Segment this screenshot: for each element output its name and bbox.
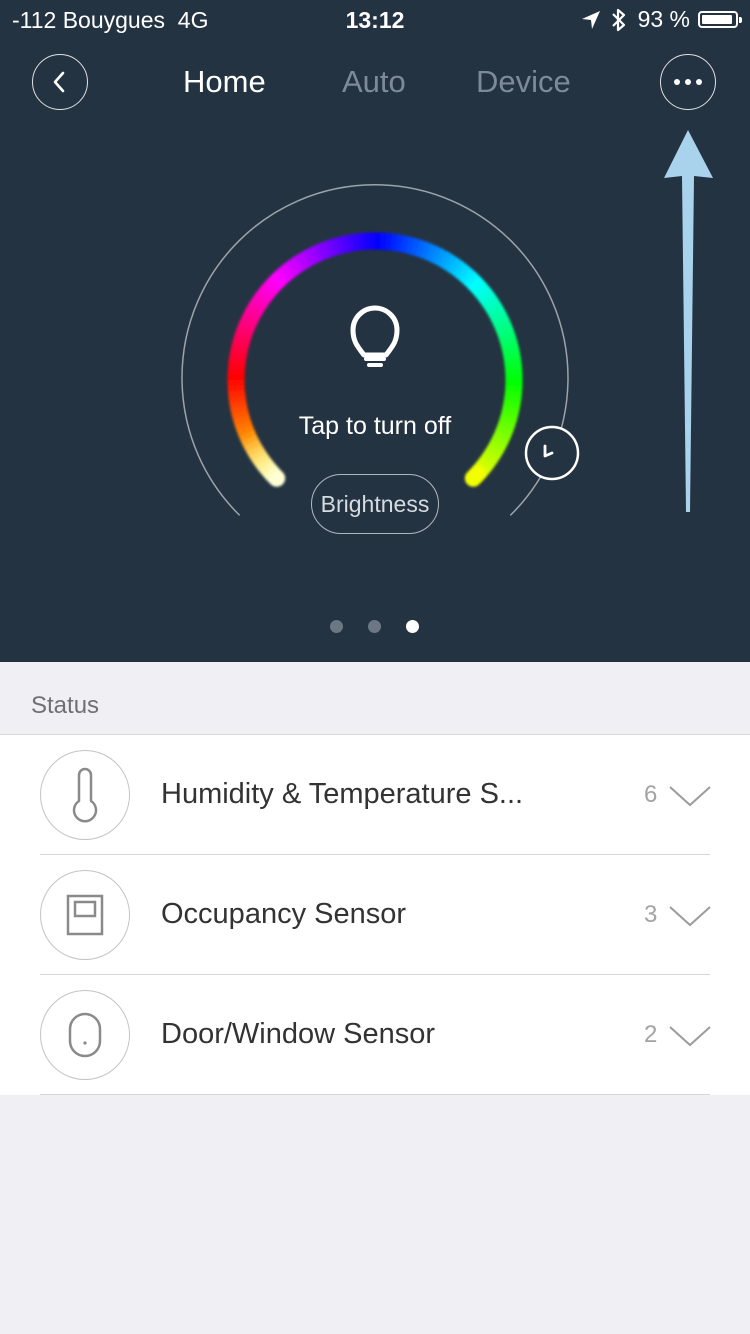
list-item-occupancy-sensor[interactable]: Occupancy Sensor 3 <box>0 855 750 975</box>
page-dot-3[interactable] <box>406 620 419 633</box>
sensor-icon-circle <box>40 750 130 840</box>
annotation-arrow <box>664 130 713 512</box>
sensor-icon-circle <box>40 870 130 960</box>
chevron-down-icon[interactable] <box>668 1023 712 1049</box>
sensor-label: Humidity & Temperature S... <box>161 778 524 810</box>
occupancy-sensor-icon <box>66 894 104 936</box>
list-item-door-window-sensor[interactable]: Door/Window Sensor 2 <box>0 975 750 1095</box>
page-dot-2[interactable] <box>368 620 381 633</box>
sensor-count: 2 <box>644 1021 658 1048</box>
brightness-button[interactable]: Brightness <box>311 474 439 534</box>
lightbulb-icon <box>350 305 400 367</box>
sensor-count: 6 <box>644 781 658 808</box>
sensor-list: Humidity & Temperature S... 6 Occupancy … <box>0 734 750 1095</box>
door-window-sensor-icon <box>68 1012 102 1058</box>
status-section-title: Status <box>31 692 100 719</box>
sensor-label: Door/Window Sensor <box>161 1018 435 1050</box>
sensor-icon-circle <box>40 990 130 1080</box>
sensor-label: Occupancy Sensor <box>161 898 407 930</box>
chevron-down-icon[interactable] <box>668 903 712 929</box>
thermometer-icon <box>72 767 98 823</box>
list-item-humidity-temperature[interactable]: Humidity & Temperature S... 6 <box>0 735 750 855</box>
sensor-count: 3 <box>644 901 658 928</box>
toggle-light-label[interactable]: Tap to turn off <box>0 412 750 441</box>
chevron-down-icon[interactable] <box>668 783 712 809</box>
color-dial[interactable] <box>0 0 750 662</box>
control-panel: -112 Bouygues 4G 13:12 93 % Home Auto De… <box>0 0 750 662</box>
hue-arc-segment <box>464 465 486 487</box>
page-dot-1[interactable] <box>330 620 343 633</box>
